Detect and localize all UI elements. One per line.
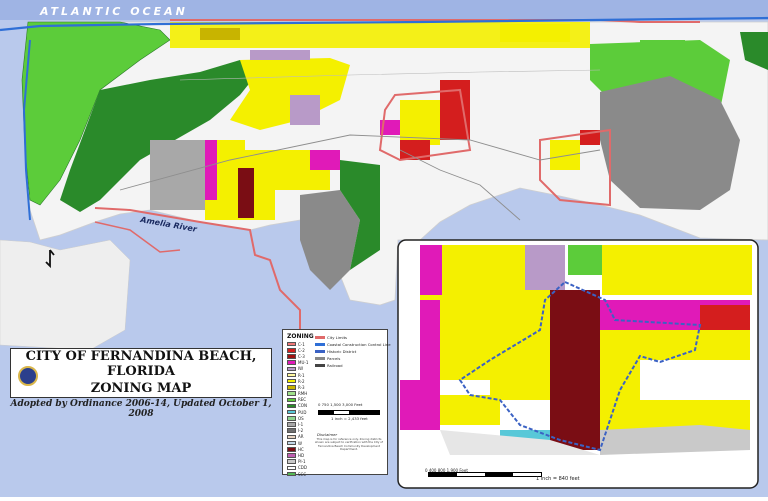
legend-scale-bar [318, 410, 380, 415]
legend-zone-swatch [287, 372, 296, 378]
legend-zone-swatch [287, 459, 296, 464]
legend-zone-swatch [287, 471, 296, 477]
zone-industrial-port[interactable] [150, 140, 205, 210]
legend-zone-swatch [287, 385, 296, 390]
legend-zone-swatch [287, 447, 296, 452]
legend-zone-row: MU-1 [287, 360, 308, 366]
legend-zone-row: RMH [287, 391, 308, 397]
legend-zone-label: HC [298, 446, 304, 452]
symbol-list: City Limits Coastal Construction Control … [315, 334, 391, 369]
legend-zone-swatch [287, 366, 296, 372]
city-seal-icon [18, 366, 38, 386]
legend-zone-label: C-3 [298, 353, 305, 359]
zone-r3-beach[interactable] [200, 28, 240, 40]
map-legend: ZONING C-1 C-2 C-3 MU-1 IW R-1 R-2 R-3 RMH REC CON… [282, 329, 391, 477]
legend-zone-label: CON [298, 403, 307, 409]
zone-list: C-1 C-2 C-3 MU-1 IW R-1 R-2 R-3 RMH REC CON PUD OS I-… [287, 341, 308, 477]
legend-symbol-label: Parcels [327, 356, 341, 361]
legend-zone-row: CDD [287, 465, 308, 471]
zone-public-north[interactable] [250, 50, 310, 60]
ordinance-note: Adopted by Ordinance 2006-14, Updated Oc… [10, 399, 272, 419]
ocean-label: ATLANTIC OCEAN [39, 5, 188, 18]
legend-zone-label: PI-1 [298, 459, 306, 465]
legend-zone-label: I-2 [298, 428, 304, 434]
legend-zone-swatch [287, 391, 296, 396]
legend-zone-swatch [287, 422, 296, 427]
legend-zone-row: CON [287, 403, 308, 409]
legend-symbol-swatch [315, 336, 325, 339]
legend-zone-label: R-3 [298, 384, 305, 390]
legend-zone-swatch [287, 428, 296, 433]
zone-historic-downtown[interactable] [238, 168, 254, 218]
zone-mixed-use-downtown[interactable] [205, 140, 217, 200]
legend-zone-row: PUD [287, 409, 308, 415]
legend-heading: ZONING [287, 333, 314, 340]
inset-scale-bar [428, 472, 542, 477]
legend-zone-swatch [287, 397, 296, 403]
legend-zone-label: W [298, 440, 302, 446]
legend-zone-label: IW [298, 366, 304, 372]
legend-zone-label: OS [298, 415, 304, 421]
legend-zone-label: C-2 [298, 347, 305, 353]
legend-zone-swatch [287, 453, 296, 458]
legend-symbol-row: Parcels [315, 355, 391, 362]
zone-mixed-use-south[interactable] [310, 150, 340, 170]
zoning-map: ATLANTIC OCEAN Amelia River CITY OF FERN… [0, 0, 768, 497]
legend-zone-label: SCC [298, 471, 307, 477]
legend-symbol-swatch [315, 343, 325, 346]
legend-symbol-swatch [315, 357, 325, 360]
mainland-west [0, 239, 131, 351]
legend-zone-label: MU-1 [298, 360, 309, 366]
legend-zone-label: I-1 [298, 422, 304, 428]
legend-symbol-row: Historic District [315, 348, 391, 355]
legend-zone-row: SCC [287, 471, 308, 477]
legend-zone-swatch [287, 465, 296, 471]
legend-zone-swatch [287, 341, 296, 347]
legend-scale-ticks: 0 750 1,500 3,000 Feet [318, 402, 363, 407]
legend-zone-label: RMH [298, 391, 308, 397]
legend-zone-swatch [287, 434, 296, 440]
legend-zone-label: REC [298, 397, 307, 403]
legend-zone-label: HD [298, 452, 305, 458]
legend-zone-label: R-2 [298, 378, 305, 384]
inset-scale-ratio: 1 inch = 840 feet [536, 476, 580, 482]
legend-zone-label: C-1 [298, 341, 305, 347]
legend-zone-row: PI-1 [287, 459, 308, 465]
legend-symbol-swatch [315, 350, 325, 353]
legend-scale-ratio: 1 inch = 2,433 feet [331, 416, 368, 421]
legend-zone-swatch [287, 360, 296, 365]
legend-zone-label: AR [298, 434, 304, 440]
legend-zone-label: R-1 [298, 372, 305, 378]
zone-public-central[interactable] [290, 95, 320, 125]
legend-zone-swatch [287, 348, 296, 353]
legend-symbol-label: Coastal Construction Control Line [327, 342, 391, 347]
zone-commercial-mid[interactable] [440, 80, 470, 140]
legend-zone-label: PUD [298, 409, 307, 415]
legend-zone-row: REC [287, 397, 308, 403]
legend-symbol-row: Coastal Construction Control Line [315, 341, 391, 348]
map-subtitle-heading: ZONING MAP [90, 381, 192, 396]
zone-residential-east-beach[interactable] [500, 24, 570, 42]
map-title: CITY OF FERNANDINA BEACH, FLORIDA [25, 349, 257, 379]
zone-residential-east[interactable] [550, 140, 580, 170]
legend-zone-swatch [287, 416, 296, 421]
legend-symbol-swatch [315, 364, 325, 367]
legend-zone-swatch [287, 354, 296, 359]
legend-zone-swatch [287, 378, 296, 384]
legend-symbol-label: Historic District [327, 349, 357, 354]
legend-symbol-row: City Limits [315, 334, 391, 341]
legend-zone-swatch [287, 409, 296, 415]
legend-zone-label: CDD [298, 465, 307, 471]
map-title-block: CITY OF FERNANDINA BEACH, FLORIDA ZONING… [10, 348, 272, 398]
disclaimer-text: This map is for reference only. Zoning d… [315, 437, 383, 452]
legend-symbol-label: Railroad [327, 363, 343, 368]
legend-symbol-label: City Limits [327, 335, 348, 340]
legend-zone-swatch [287, 440, 296, 446]
zone-recreation-northeast[interactable] [640, 40, 685, 60]
legend-zone-swatch [287, 403, 296, 409]
legend-symbol-row: Railroad [315, 362, 391, 369]
